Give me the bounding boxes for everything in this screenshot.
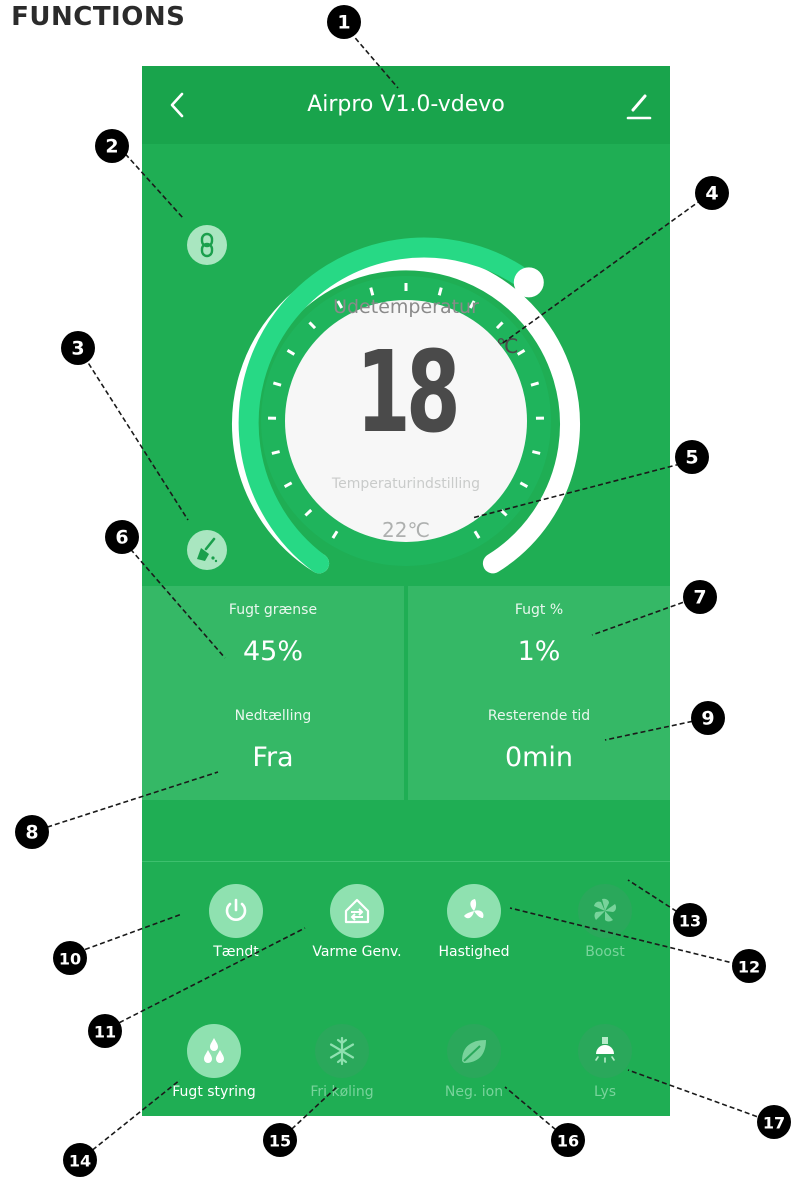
callout-number: 9 [701,708,714,730]
callout-number: 6 [115,527,128,549]
callout-overlay: 123456789101112131415 1617 [15,5,791,1177]
callout-number: 17 [763,1114,785,1133]
callout-number: 12 [738,958,760,977]
callout-number: 11 [94,1023,116,1042]
callout-number: 7 [693,587,706,609]
callout-number: 15 [269,1132,291,1151]
callout-number: 13 [679,912,701,931]
callout-number: 5 [685,447,698,469]
callout-number: 16 [557,1132,579,1151]
callout-number: 4 [705,183,718,205]
callout-number: 3 [71,338,84,360]
callout-number: 2 [105,136,118,158]
callout-number: 1 [337,12,350,34]
callout-number: 14 [69,1152,91,1171]
callout-number: 10 [59,950,81,969]
callout-number: 8 [25,822,38,844]
